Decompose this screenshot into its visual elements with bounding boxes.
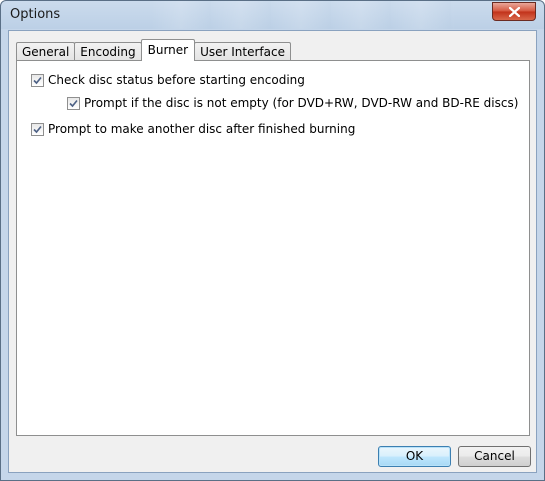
title-bar-background: [151, 1, 454, 29]
tab-general[interactable]: General: [16, 42, 76, 61]
prompt-not-empty-option[interactable]: Prompt if the disc is not empty (for DVD…: [67, 96, 518, 110]
checkmark-icon: [69, 99, 78, 107]
cancel-button[interactable]: Cancel: [458, 446, 531, 467]
close-icon: [508, 6, 520, 17]
options-dialog: Options General Encoding Burner User Int…: [0, 0, 545, 481]
prompt-not-empty-checkbox[interactable]: [67, 96, 80, 110]
dialog-client-area: General Encoding Burner User Interface C…: [8, 30, 537, 473]
close-button[interactable]: [492, 2, 536, 21]
prompt-another-disc-checkbox[interactable]: [31, 122, 44, 136]
check-disc-status-label: Check disc status before starting encodi…: [48, 73, 305, 87]
title-bar[interactable]: Options: [1, 1, 544, 29]
tab-burner[interactable]: Burner: [140, 39, 196, 61]
checkmark-icon: [33, 125, 42, 133]
tab-encoding[interactable]: Encoding: [74, 42, 142, 61]
tab-user-interface[interactable]: User Interface: [194, 42, 291, 61]
tab-strip: General Encoding Burner User Interface: [16, 39, 291, 61]
prompt-not-empty-label: Prompt if the disc is not empty (for DVD…: [84, 96, 519, 110]
burner-tab-panel: Check disc status before starting encodi…: [16, 60, 530, 436]
window-title: Options: [10, 7, 61, 22]
prompt-another-disc-label: Prompt to make another disc after finish…: [48, 122, 356, 136]
check-disc-status-option[interactable]: Check disc status before starting encodi…: [31, 73, 305, 87]
checkmark-icon: [33, 76, 42, 84]
prompt-another-disc-option[interactable]: Prompt to make another disc after finish…: [31, 122, 355, 136]
ok-button[interactable]: OK: [378, 446, 451, 467]
check-disc-status-checkbox[interactable]: [31, 73, 44, 87]
